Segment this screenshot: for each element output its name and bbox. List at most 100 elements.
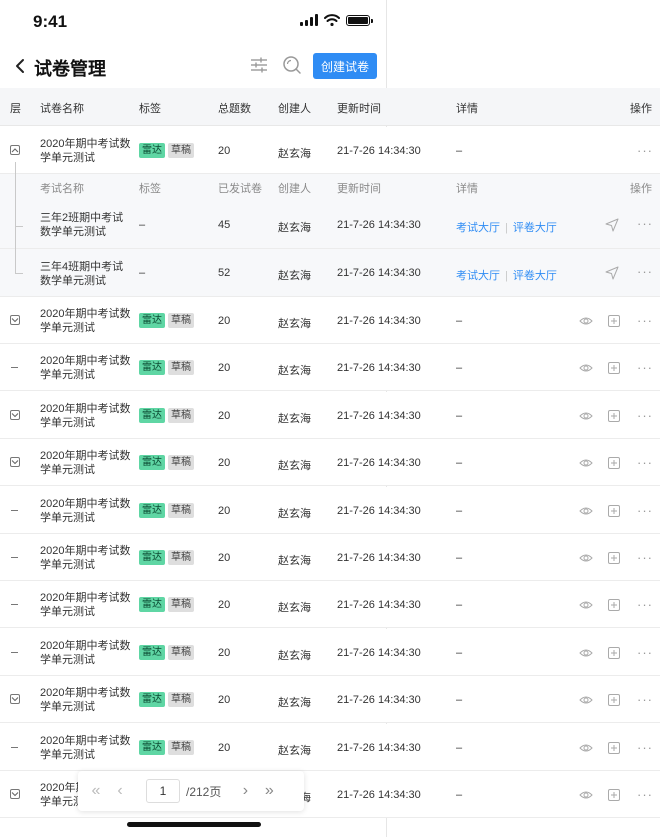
paper-name[interactable]: 2020年期中考试数学单元测试	[40, 449, 132, 477]
page-total: /212页	[186, 784, 222, 799]
expand-toggle[interactable]	[10, 410, 20, 420]
more-icon[interactable]: ···	[637, 360, 653, 375]
tag-group: 雷达草稿	[139, 740, 197, 755]
first-page-icon[interactable]: «	[84, 779, 108, 803]
updated-time: 21-7-26 14:34:30	[337, 410, 421, 422]
expand-toggle[interactable]	[10, 694, 20, 704]
eye-icon[interactable]	[579, 646, 593, 660]
send-icon[interactable]	[605, 266, 619, 280]
paper-name[interactable]: 2020年期中考试数学单元测试	[40, 734, 132, 762]
eye-icon[interactable]	[579, 598, 593, 612]
paper-name[interactable]: 2020年期中考试数学单元测试	[40, 137, 132, 165]
exam-hall-link[interactable]: 考试大厅	[456, 270, 500, 282]
add-icon[interactable]	[607, 314, 621, 328]
add-icon[interactable]	[607, 361, 621, 375]
tag-draft: 草稿	[168, 597, 194, 612]
more-icon[interactable]: ···	[637, 740, 653, 755]
eye-icon[interactable]	[579, 741, 593, 755]
more-icon[interactable]: ···	[637, 597, 653, 612]
tag-radar: 雷达	[139, 408, 165, 423]
prev-page-icon[interactable]: ‹	[108, 779, 132, 803]
tag-group: 雷达草稿	[139, 143, 197, 158]
more-icon[interactable]: ···	[637, 645, 653, 660]
tree-connector	[15, 162, 23, 274]
more-icon[interactable]: ···	[637, 408, 653, 423]
exam-hall-link[interactable]: 考试大厅	[456, 222, 500, 234]
eye-icon[interactable]	[579, 788, 593, 802]
create-paper-button[interactable]: 创建试卷	[313, 53, 377, 79]
tag-draft: 草稿	[168, 455, 194, 470]
detail: –	[456, 457, 463, 469]
more-icon[interactable]: ···	[637, 503, 653, 518]
paper-name[interactable]: 2020年期中考试数学单元测试	[40, 307, 132, 335]
paper-name[interactable]: 2020年期中考试数学单元测试	[40, 497, 132, 525]
collapse-toggle[interactable]	[10, 145, 20, 155]
search-icon[interactable]	[281, 54, 303, 76]
detail: –	[456, 789, 463, 801]
add-icon[interactable]	[607, 409, 621, 423]
more-icon[interactable]: ···	[637, 550, 653, 565]
next-page-icon[interactable]: ›	[233, 779, 257, 803]
more-icon[interactable]: ···	[637, 264, 653, 279]
sub-col-sent: 已发试卷	[218, 183, 262, 195]
grading-hall-link[interactable]: 评卷大厅	[513, 222, 557, 234]
paper-name[interactable]: 2020年期中考试数学单元测试	[40, 639, 132, 667]
tag-radar: 雷达	[139, 550, 165, 565]
eye-icon[interactable]	[579, 693, 593, 707]
send-icon[interactable]	[605, 218, 619, 232]
eye-icon[interactable]	[579, 456, 593, 470]
tag-group: 雷达草稿	[139, 455, 197, 470]
add-icon[interactable]	[607, 693, 621, 707]
add-icon[interactable]	[607, 788, 621, 802]
paper-name[interactable]: 2020年期中考试数学单元测试	[40, 354, 132, 382]
more-icon[interactable]: ···	[637, 216, 653, 231]
status-icons	[300, 14, 373, 26]
add-icon[interactable]	[607, 646, 621, 660]
add-icon[interactable]	[607, 551, 621, 565]
table-row: 2020年期中考试数学单元测试雷达草稿 20 赵玄海 21-7-26 14:34:30…	[0, 487, 660, 534]
last-page-icon[interactable]: »	[257, 779, 281, 803]
creator: 赵玄海	[278, 745, 311, 757]
question-count: 20	[218, 410, 231, 422]
add-icon[interactable]	[607, 456, 621, 470]
tag-radar: 雷达	[139, 740, 165, 755]
tag-radar: 雷达	[139, 143, 165, 158]
eye-icon[interactable]	[579, 409, 593, 423]
tag-radar: 雷达	[139, 692, 165, 707]
more-icon[interactable]: ···	[637, 692, 653, 707]
more-icon[interactable]: ···	[637, 313, 653, 328]
paper-name[interactable]: 2020年期中考试数学单元测试	[40, 402, 132, 430]
question-count: 20	[218, 145, 231, 157]
more-icon[interactable]: ···	[637, 787, 653, 802]
paper-name[interactable]: 2020年期中考试数学单元测试	[40, 591, 132, 619]
paper-name[interactable]: 2020年期中考试数学单元测试	[40, 544, 132, 572]
eye-icon[interactable]	[579, 504, 593, 518]
more-icon[interactable]: ···	[637, 455, 653, 470]
more-icon[interactable]: ···	[637, 143, 653, 158]
sub-col-detail: 详情	[456, 183, 478, 195]
add-icon[interactable]	[607, 598, 621, 612]
back-chevron-icon[interactable]	[12, 56, 30, 76]
page-number-input[interactable]	[146, 779, 180, 803]
detail: –	[456, 694, 463, 706]
exam-name[interactable]: 三年2班期中考试数学单元测试	[40, 211, 132, 239]
tag-draft: 草稿	[168, 645, 194, 660]
add-icon[interactable]	[607, 741, 621, 755]
eye-icon[interactable]	[579, 361, 593, 375]
table-row: 2020年期中考试数学单元测试雷达草稿 20 赵玄海 21-7-26 14:34:30…	[0, 581, 660, 628]
paper-name[interactable]: 2020年期中考试数学单元测试	[40, 686, 132, 714]
eye-icon[interactable]	[579, 551, 593, 565]
grading-hall-link[interactable]: 评卷大厅	[513, 270, 557, 282]
col-detail: 详情	[456, 103, 478, 115]
question-count: 20	[218, 552, 231, 564]
expand-toggle[interactable]	[10, 789, 20, 799]
expand-toggle[interactable]	[10, 315, 20, 325]
exam-name[interactable]: 三年4班期中考试数学单元测试	[40, 260, 132, 288]
updated-time: 21-7-26 14:34:30	[337, 599, 421, 611]
expand-toggle[interactable]	[10, 457, 20, 467]
tag-group: 雷达草稿	[139, 313, 197, 328]
add-icon[interactable]	[607, 504, 621, 518]
eye-icon[interactable]	[579, 314, 593, 328]
exam-tags: –	[139, 219, 146, 231]
filter-sliders-icon[interactable]	[248, 54, 270, 76]
